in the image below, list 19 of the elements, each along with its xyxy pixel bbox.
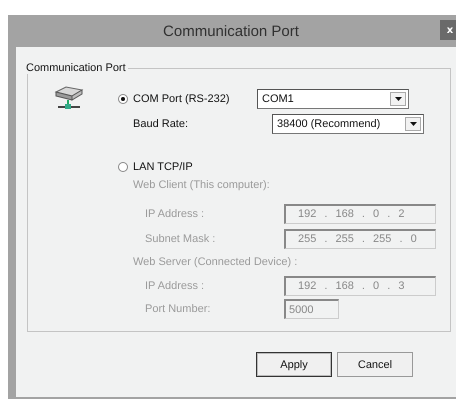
- field-label: IP Address :: [144, 208, 206, 220]
- close-button[interactable]: x: [440, 20, 456, 40]
- field-label: IP Address :: [144, 280, 206, 292]
- group-label: Communication Port: [25, 62, 127, 74]
- radio-button[interactable]: [118, 94, 128, 104]
- network-drive-icon: [52, 86, 86, 112]
- caret-icon: [410, 122, 416, 126]
- radio-label[interactable]: COM Port (RS-232): [133, 93, 230, 105]
- port-dropdown[interactable]: COM1: [257, 89, 409, 109]
- caret-icon: [394, 97, 402, 101]
- section-heading: Web Server (Connected Device) :: [132, 256, 298, 268]
- field-label: Subnet Mask :: [144, 232, 216, 244]
- field-label: Baud Rate:: [132, 118, 190, 130]
- section-heading: Web Client (This computer):: [132, 179, 270, 191]
- field-label: Port Number:: [144, 303, 212, 315]
- cancel-button[interactable]: Cancel: [337, 352, 413, 377]
- window-title: Communication Port: [163, 22, 299, 40]
- apply-button[interactable]: Apply: [256, 352, 332, 377]
- baud-rate-dropdown[interactable]: 38400 (Recommend): [272, 114, 424, 134]
